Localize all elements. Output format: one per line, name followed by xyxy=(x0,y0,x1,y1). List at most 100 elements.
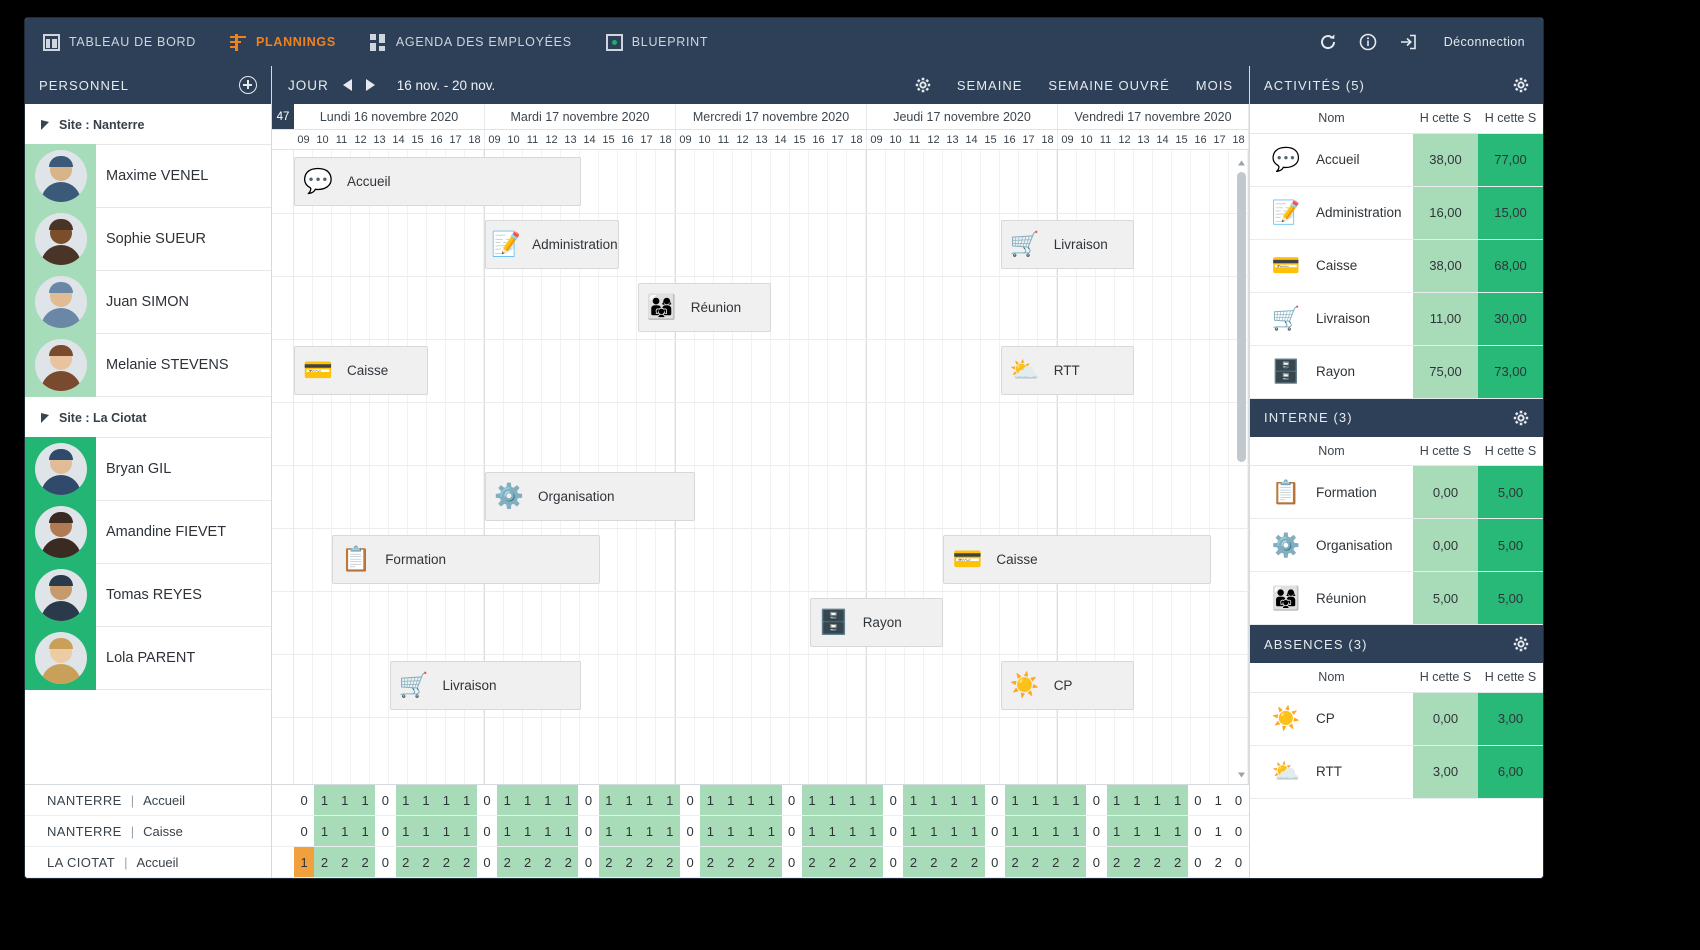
planning-toolbar-right: SEMAINE SEMAINE OUVRÉ MOIS xyxy=(915,77,1233,93)
coverage-cell: 1 xyxy=(1106,816,1127,846)
coverage-cell: 1 xyxy=(497,816,518,846)
personnel-row[interactable]: Bryan GIL xyxy=(25,437,271,501)
view-mode-semaine-ouvre[interactable]: SEMAINE OUVRÉ xyxy=(1048,78,1169,93)
planning-grid[interactable]: 💬 Accueil 📝 Administration 🛒 Livraison 👨‍👩‍👧 Ré… xyxy=(272,150,1249,784)
planning-task[interactable]: 📋 Formation xyxy=(332,535,600,584)
site-group-label: Site : La Ciotat xyxy=(59,411,147,425)
logout-icon[interactable] xyxy=(1398,32,1418,52)
nav-label: BLUEPRINT xyxy=(631,35,709,49)
gear-icon[interactable] xyxy=(1513,77,1529,93)
activity-icon: 🛒 xyxy=(1271,305,1301,331)
hour-tick: 11 xyxy=(908,133,921,146)
nav-item-blueprint[interactable]: BLUEPRINT xyxy=(605,33,709,51)
activity-name: Accueil xyxy=(1316,152,1360,167)
personnel-row[interactable]: Juan SIMON xyxy=(25,270,271,334)
info-icon[interactable] xyxy=(1358,32,1378,52)
gear-icon[interactable] xyxy=(915,77,931,93)
stats-name-cell: ☀️ CP xyxy=(1250,692,1413,746)
avatar xyxy=(25,333,96,397)
stats-row[interactable]: 👨‍👩‍👧 Réunion 5,00 5,00 xyxy=(1250,571,1543,625)
nav-item-tableau-de-bord[interactable]: TABLEAU DE BORD xyxy=(43,33,196,51)
planning-task[interactable]: ☀️ CP xyxy=(1000,661,1135,710)
stats-value-current: 11,00 xyxy=(1413,292,1478,346)
stats-value-current: 0,00 xyxy=(1413,518,1478,572)
day-hour-group: 09 10 11 12 13 14 15 16 17 18 xyxy=(1058,130,1249,149)
planning-task[interactable]: ⛅ RTT xyxy=(1000,346,1135,395)
stats-value-current: 3,00 xyxy=(1413,745,1478,799)
planning-task[interactable]: 🗄️ Rayon xyxy=(809,598,944,647)
stats-panel: ABSENCES (3) Nom H cette SH cette S ☀️ CP 0,0… xyxy=(1250,625,1543,799)
logout-label[interactable]: Déconnection xyxy=(1444,35,1525,49)
planning-task[interactable]: 📝 Administration xyxy=(485,220,619,269)
refresh-icon[interactable] xyxy=(1318,32,1338,52)
planning-task[interactable]: 🛒 Livraison xyxy=(1000,220,1135,269)
collapse-triangle-icon[interactable] xyxy=(41,413,49,423)
planning-task[interactable]: 🛒 Livraison xyxy=(389,661,581,710)
hour-tick: 12 xyxy=(545,133,558,146)
coverage-cell: 1 xyxy=(598,785,619,815)
personnel-row[interactable]: Maxime VENEL xyxy=(25,144,271,208)
nav-item-agenda-des-employees[interactable]: AGENDA DES EMPLOYÉES xyxy=(369,33,572,51)
stats-row[interactable]: 💬 Accueil 38,00 77,00 xyxy=(1250,133,1543,187)
personnel-row[interactable]: Sophie SUEUR xyxy=(25,207,271,271)
planning-task[interactable]: 👨‍👩‍👧 Réunion xyxy=(637,283,772,332)
stats-row[interactable]: 🗄️ Rayon 75,00 73,00 xyxy=(1250,345,1543,399)
coverage-cell: 2 xyxy=(1167,847,1188,877)
hour-tick: 18 xyxy=(850,133,863,146)
coverage-cell: 1 xyxy=(1065,816,1087,846)
stats-row[interactable]: ☀️ CP 0,00 3,00 xyxy=(1250,692,1543,746)
coverage-cell: 1 xyxy=(923,816,944,846)
day-header: Mardi 17 novembre 2020 xyxy=(485,104,676,129)
planning-task[interactable]: ⚙️ Organisation xyxy=(485,472,696,521)
stats-row[interactable]: 📝 Administration 16,00 15,00 xyxy=(1250,186,1543,240)
arrow-right-icon[interactable] xyxy=(365,79,375,91)
stats-name-cell: ⚙️ Organisation xyxy=(1250,518,1413,572)
stats-table: Nom H cette SH cette S 💬 Accueil 38,00 77,00 📝… xyxy=(1250,104,1543,399)
coverage-cell: 1 xyxy=(558,816,579,846)
site-group-header[interactable]: Site : La Ciotat xyxy=(25,397,271,438)
stats-row[interactable]: ⚙️ Organisation 0,00 5,00 xyxy=(1250,518,1543,572)
personnel-row[interactable]: Lola PARENT xyxy=(25,626,271,690)
planning-task[interactable]: 💳 Caisse xyxy=(294,346,428,395)
stats-panel-title: INTERNE (3) xyxy=(1264,410,1353,425)
coverage-cell: 2 xyxy=(1065,847,1087,877)
arrow-left-icon[interactable] xyxy=(342,79,352,91)
personnel-row[interactable]: Amandine FIEVET xyxy=(25,500,271,564)
hour-spacer xyxy=(272,130,294,149)
gear-icon[interactable] xyxy=(1513,410,1529,426)
planning-task[interactable]: 💬 Accueil xyxy=(294,157,581,206)
planning-icon xyxy=(229,33,247,51)
nav-item-plannings[interactable]: PLANNINGS xyxy=(229,33,336,51)
stats-column-header: H cette S xyxy=(1478,104,1543,134)
personnel-row[interactable]: Tomas REYES xyxy=(25,563,271,627)
vertical-scrollbar[interactable] xyxy=(1236,156,1247,778)
day-header: Lundi 16 novembre 2020 xyxy=(294,104,485,129)
personnel-row[interactable]: Melanie STEVENS xyxy=(25,333,271,397)
stats-row[interactable]: ⛅ RTT 3,00 6,00 xyxy=(1250,745,1543,799)
hour-tick: 16 xyxy=(812,133,825,146)
scroll-down-arrow-icon[interactable] xyxy=(1236,767,1247,778)
stats-value-total: 6,00 xyxy=(1478,745,1543,799)
coverage-cell: 1 xyxy=(659,785,680,815)
view-mode-mois[interactable]: MOIS xyxy=(1196,78,1233,93)
scrollbar-thumb[interactable] xyxy=(1237,172,1246,462)
stats-value-total: 5,00 xyxy=(1478,571,1543,625)
view-mode-semaine[interactable]: SEMAINE xyxy=(957,78,1023,93)
gear-icon[interactable] xyxy=(1513,636,1529,652)
hour-tick: 09 xyxy=(870,133,883,146)
stats-row[interactable]: 💳 Caisse 38,00 68,00 xyxy=(1250,239,1543,293)
collapse-triangle-icon[interactable] xyxy=(41,120,49,130)
view-mode-jour[interactable]: JOUR xyxy=(288,78,329,93)
scroll-up-arrow-icon[interactable] xyxy=(1236,156,1247,167)
coverage-cell: 1 xyxy=(801,816,823,846)
hour-tick: 15 xyxy=(984,133,997,146)
personnel-header: PERSONNEL xyxy=(25,66,271,104)
plus-icon[interactable] xyxy=(239,76,257,94)
planning-task[interactable]: 💳 Caisse xyxy=(943,535,1211,584)
site-group-header[interactable]: Site : Nanterre xyxy=(25,104,271,145)
stats-row[interactable]: 🛒 Livraison 11,00 30,00 xyxy=(1250,292,1543,346)
stats-row[interactable]: 📋 Formation 0,00 5,00 xyxy=(1250,465,1543,519)
stats-name-cell: 💬 Accueil xyxy=(1250,133,1413,187)
coverage-cell: 1 xyxy=(842,816,863,846)
coverage-cell: 1 xyxy=(842,785,863,815)
